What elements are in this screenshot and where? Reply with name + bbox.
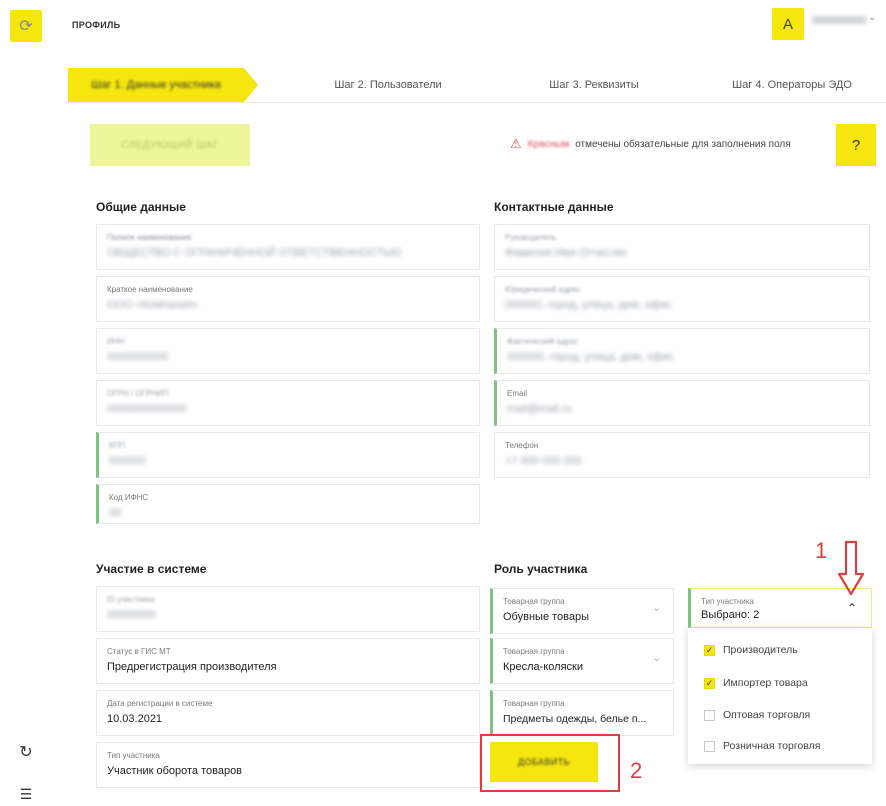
short-name-field[interactable]: Краткое наименование ООО «Компания»	[96, 276, 480, 322]
product-group-select-1[interactable]: Товарная группа Обувные товары ⌄	[490, 588, 674, 634]
option-producer[interactable]: ✓ Производитель	[704, 644, 798, 656]
kpp-field[interactable]: КПП 000000	[96, 432, 480, 478]
director-field[interactable]: Руководитель Фамилия Имя Отчество	[494, 224, 870, 270]
checkbox-checked[interactable]: ✓	[704, 644, 715, 656]
actual-address-field[interactable]: Фактический адрес 000000, город, улица, …	[494, 328, 870, 374]
email-field[interactable]: Email mail@mail.ru	[494, 380, 870, 426]
registration-date-field[interactable]: Дата регистрации в системе 10.03.2021	[96, 690, 480, 736]
gis-status-field[interactable]: Статус в ГИС МТ Предрегистрация производ…	[96, 638, 480, 684]
help-button[interactable]: ?	[836, 124, 876, 166]
user-name[interactable]	[812, 16, 866, 24]
option-wholesale[interactable]: Оптовая торговля	[704, 709, 810, 721]
product-group-select-3[interactable]: Товарная группа Предметы одежды, белье п…	[490, 690, 674, 736]
participant-kind-field[interactable]: Тип участника Участник оборота товаров	[96, 742, 480, 788]
avatar[interactable]: A	[772, 8, 804, 40]
chevron-down-icon: ⌄	[652, 603, 661, 614]
role-section-title: Роль участника	[494, 562, 588, 576]
ogrn-field[interactable]: ОГРН / ОГРНИП 0000000000000	[96, 380, 480, 426]
warning-icon: ⚠	[510, 136, 522, 151]
annotation-number-2: 2	[630, 758, 643, 783]
annotation-box	[480, 734, 620, 792]
inn-field[interactable]: ИНН 0000000000	[96, 328, 480, 374]
annotation-number-1: 1	[815, 538, 828, 563]
next-step-button[interactable]: СЛЕДУЮЩИЙ ШАГ	[90, 124, 250, 166]
ifns-code-field[interactable]: Код ИФНС 00	[96, 484, 480, 524]
product-group-select-2[interactable]: Товарная группа Кресла-коляски ⌄	[490, 638, 674, 684]
checkbox-unchecked[interactable]	[704, 709, 715, 721]
option-importer[interactable]: ✓ Импортер товара	[704, 677, 808, 689]
required-note: ⚠ Красным отмечены обязательные для запо…	[510, 136, 791, 151]
annotation-arrow-icon	[837, 540, 865, 596]
logo-icon[interactable]: ⟳	[10, 10, 42, 42]
checkbox-unchecked[interactable]	[704, 740, 715, 752]
tab-step-1[interactable]: Шаг 1. Данные участника	[68, 68, 258, 102]
side-rail	[0, 0, 52, 804]
tab-step-4[interactable]: Шаг 4. Операторы ЭДО	[698, 68, 886, 102]
refresh-icon[interactable]: ↻	[16, 742, 36, 762]
option-retail[interactable]: Розничная торговля	[704, 740, 820, 752]
participant-type-dropdown: ✓ Производитель ✓ Импортер товара Оптова…	[688, 628, 872, 764]
page-title: ПРОФИЛЬ	[72, 20, 121, 30]
chevron-down-icon[interactable]: ⌄	[868, 12, 876, 23]
participant-id-field[interactable]: ID участника 00000000	[96, 586, 480, 632]
checkbox-checked[interactable]: ✓	[704, 677, 715, 689]
chevron-down-icon: ⌄	[652, 653, 661, 664]
contacts-section-title: Контактные данные	[494, 200, 614, 214]
tab-step-3[interactable]: Шаг 3. Реквизиты	[494, 68, 694, 102]
general-section-title: Общие данные	[96, 200, 186, 214]
tab-step-2[interactable]: Шаг 2. Пользователи	[288, 68, 488, 102]
participation-section-title: Участие в системе	[96, 562, 207, 576]
menu-icon[interactable]: ☰	[16, 786, 36, 806]
legal-address-field[interactable]: Юридический адрес 000000, город, улица, …	[494, 276, 870, 322]
chevron-up-icon: ⌃	[846, 601, 857, 615]
full-name-field[interactable]: Полное наименование ОБЩЕСТВО С ОГРАНИЧЕН…	[96, 224, 480, 270]
step-tabs: Шаг 1. Данные участника Шаг 2. Пользоват…	[68, 68, 886, 103]
phone-field[interactable]: Телефон +7 000 000 000	[494, 432, 870, 478]
question-icon: ?	[851, 136, 861, 154]
